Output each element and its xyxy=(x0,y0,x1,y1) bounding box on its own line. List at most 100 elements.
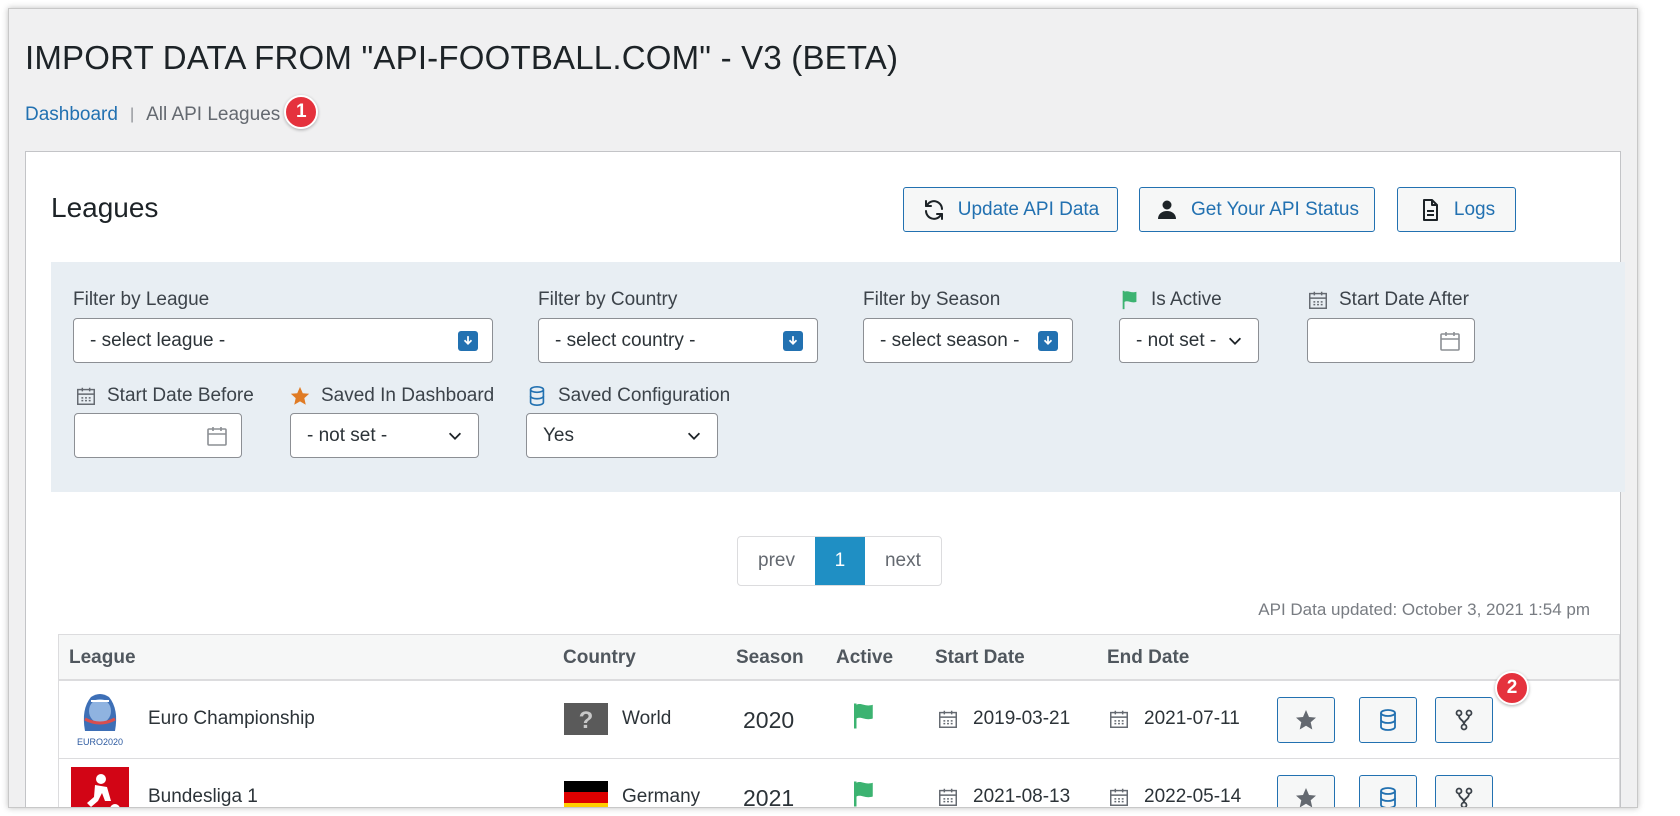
update-api-data-label: Update API Data xyxy=(957,198,1100,220)
refresh-icon xyxy=(924,199,943,220)
fork-button[interactable] xyxy=(1435,697,1493,743)
unknown-flag-icon: ? xyxy=(564,703,608,735)
country-name: World xyxy=(622,708,672,729)
start-date-cell: 2019-03-21 xyxy=(937,708,1070,730)
calendar-icon xyxy=(939,710,957,728)
season-select-value: - select season - xyxy=(880,329,1020,351)
app-window: IMPORT DATA FROM "API-FOOTBALL.COM" - V3… xyxy=(8,8,1638,808)
chevron-down-icon xyxy=(687,432,701,440)
germany-flag-icon xyxy=(564,781,608,807)
bundesliga-logo xyxy=(71,767,129,807)
arrow-down-icon xyxy=(1038,330,1058,351)
calendar-icon xyxy=(939,788,957,806)
breadcrumb-separator: | xyxy=(129,106,135,123)
leagues-table: League Country Season Active Start Date … xyxy=(58,634,1620,808)
start-date-cell: 2021-08-13 xyxy=(937,786,1070,807)
document-icon xyxy=(1422,198,1438,221)
country-cell: Germany xyxy=(564,781,701,807)
pagination-page-1[interactable]: 1 xyxy=(814,537,865,585)
saved-dashboard-value: - not set - xyxy=(307,424,388,446)
chevron-down-icon xyxy=(448,432,462,440)
logs-label: Logs xyxy=(1453,198,1496,220)
saved-dashboard-select[interactable]: - not set - xyxy=(290,413,479,458)
database-icon xyxy=(1380,787,1396,807)
api-updated-text: API Data updated: October 3, 2021 1:54 p… xyxy=(1258,600,1590,619)
pagination: prev 1 next xyxy=(737,536,942,586)
flag-icon xyxy=(1122,290,1137,310)
active-cell xyxy=(849,701,879,731)
update-api-data-button[interactable]: Update API Data xyxy=(903,187,1118,232)
filter-start-before-label: Start Date Before xyxy=(75,385,254,407)
logs-button[interactable]: Logs xyxy=(1397,187,1516,232)
chevron-down-icon xyxy=(1228,337,1242,345)
active-select[interactable]: - not set - xyxy=(1119,318,1259,363)
svg-text:EURO2020: EURO2020 xyxy=(77,737,123,747)
calendar-icon[interactable] xyxy=(205,424,229,448)
arrow-down-icon xyxy=(458,330,478,351)
breadcrumb: Dashboard | All API Leagues 1 xyxy=(25,95,319,129)
filter-saved-config-label: Saved Configuration xyxy=(526,385,730,407)
country-name: Germany xyxy=(622,786,701,807)
database-icon xyxy=(529,386,545,406)
table-header: League Country Season Active Start Date … xyxy=(59,635,1619,681)
calendar-icon xyxy=(1309,291,1327,309)
country-select[interactable]: - select country - xyxy=(538,318,818,363)
fork-icon xyxy=(1455,787,1473,807)
league-name: Bundesliga 1 xyxy=(148,786,258,807)
league-name: Euro Championship xyxy=(148,708,315,729)
calendar-icon[interactable] xyxy=(1438,329,1462,353)
fork-icon xyxy=(1455,709,1473,731)
col-season: Season xyxy=(736,647,804,668)
pagination-next[interactable]: next xyxy=(865,537,941,585)
table-row: Bundesliga 1 Germany 2021 2021-08-13 202… xyxy=(59,759,1619,808)
season-value: 2021 xyxy=(743,785,795,808)
league-select[interactable]: - select league - xyxy=(73,318,493,363)
filter-country-label: Filter by Country xyxy=(538,289,678,310)
svg-text:?: ? xyxy=(579,707,594,734)
annotation-badge-2: 2 xyxy=(1495,671,1529,705)
end-date-cell: 2022-05-14 xyxy=(1108,786,1241,807)
col-start-date: Start Date xyxy=(935,647,1025,668)
leagues-panel: Leagues Update API Data Get Your API Sta… xyxy=(25,151,1625,808)
saved-config-select[interactable]: Yes xyxy=(526,413,718,458)
user-icon xyxy=(1158,200,1177,219)
calendar-icon xyxy=(1110,788,1128,806)
breadcrumb-current: All API Leagues xyxy=(146,104,281,125)
start-before-input[interactable] xyxy=(74,413,242,458)
euro-championship-logo: EURO2020 xyxy=(77,694,123,747)
filter-start-after-label: Start Date After xyxy=(1307,289,1469,311)
get-api-status-button[interactable]: Get Your API Status xyxy=(1139,187,1375,232)
calendar-icon xyxy=(77,387,95,405)
configuration-button[interactable] xyxy=(1359,775,1417,807)
flag-icon xyxy=(854,781,873,807)
save-to-dashboard-button[interactable] xyxy=(1277,775,1335,807)
league-select-value: - select league - xyxy=(90,329,226,351)
filter-active-label: Is Active xyxy=(1119,289,1222,311)
annotation-badge-1: 1 xyxy=(284,95,319,129)
save-to-dashboard-button[interactable] xyxy=(1277,697,1335,743)
database-icon xyxy=(1380,709,1396,731)
end-date-cell: 2021-07-11 xyxy=(1108,708,1240,730)
flag-icon xyxy=(854,703,873,729)
filter-season-label: Filter by Season xyxy=(863,289,1001,310)
col-league: League xyxy=(69,647,136,668)
season-value: 2020 xyxy=(743,707,795,733)
start-after-input[interactable] xyxy=(1307,318,1475,363)
col-country: Country xyxy=(563,647,636,668)
table-row: EURO2020 Euro Championship ? World 2020 … xyxy=(59,681,1619,759)
country-cell: ? World xyxy=(564,703,671,735)
col-end-date: End Date xyxy=(1107,647,1190,668)
country-select-value: - select country - xyxy=(555,329,696,351)
active-cell xyxy=(849,779,879,807)
season-select[interactable]: - select season - xyxy=(863,318,1073,363)
pagination-prev[interactable]: prev xyxy=(738,537,815,585)
configuration-button[interactable] xyxy=(1359,697,1417,743)
page-title: IMPORT DATA FROM "API-FOOTBALL.COM" - V3… xyxy=(25,39,899,76)
active-select-value: - not set - xyxy=(1136,329,1217,351)
fork-button[interactable] xyxy=(1435,775,1493,807)
star-icon xyxy=(290,386,310,405)
arrow-down-icon xyxy=(783,330,803,351)
star-icon xyxy=(1296,710,1316,730)
breadcrumb-dashboard-link[interactable]: Dashboard xyxy=(25,104,118,126)
calendar-icon xyxy=(1110,710,1128,728)
